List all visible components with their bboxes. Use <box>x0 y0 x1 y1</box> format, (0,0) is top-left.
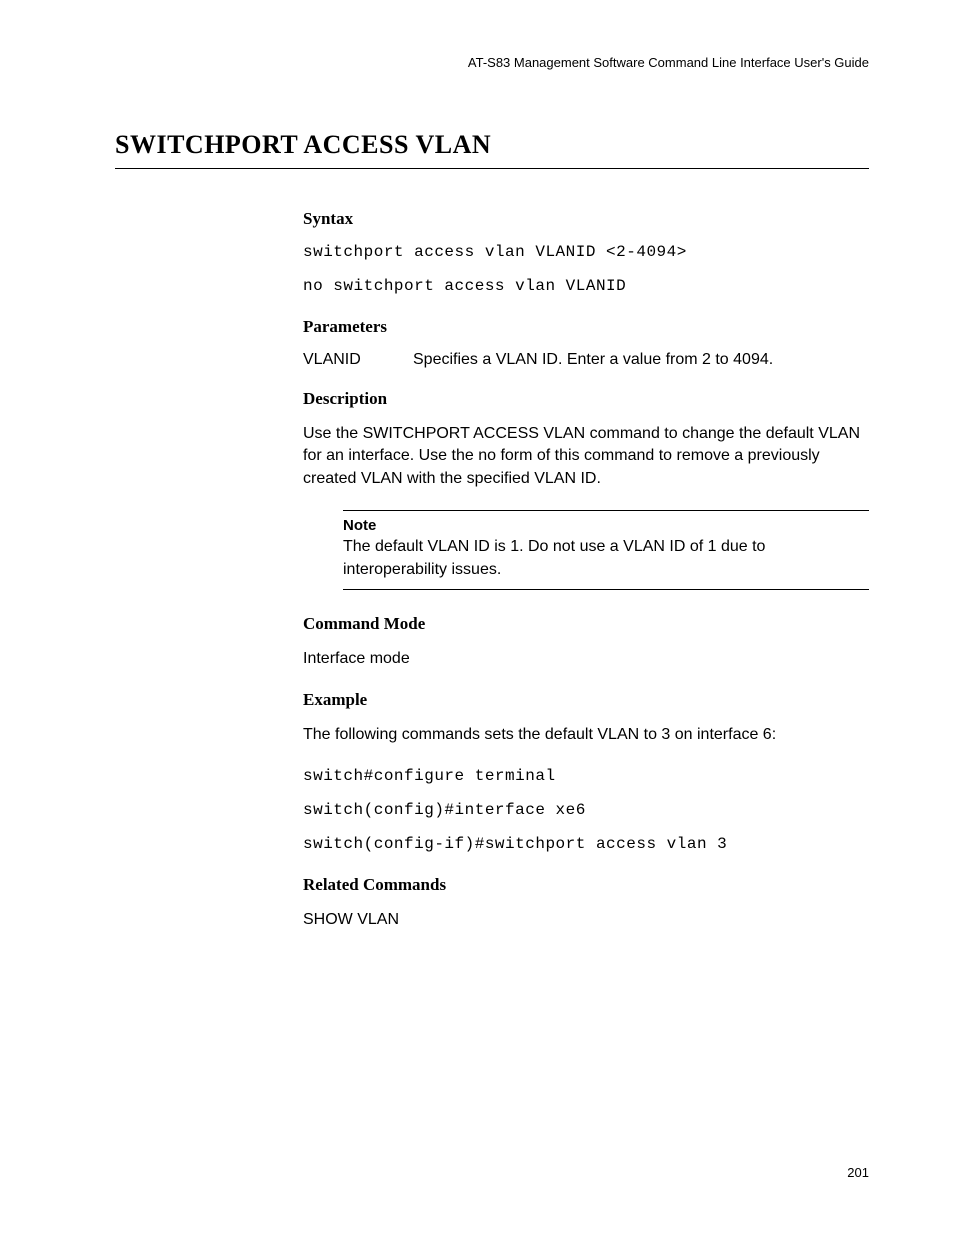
page-header: AT-S83 Management Software Command Line … <box>115 55 869 70</box>
related-commands-text: SHOW VLAN <box>303 909 869 931</box>
parameter-description: Specifies a VLAN ID. Enter a value from … <box>413 351 773 369</box>
related-commands-heading: Related Commands <box>303 875 869 895</box>
syntax-heading: Syntax <box>303 209 869 229</box>
syntax-line: switchport access vlan VLANID <2-4094> <box>303 243 869 261</box>
example-line: switch#configure terminal <box>303 767 869 785</box>
syntax-line: no switchport access vlan VLANID <box>303 277 869 295</box>
document-page: AT-S83 Management Software Command Line … <box>0 0 954 1001</box>
description-text: Use the SWITCHPORT ACCESS VLAN command t… <box>303 423 869 490</box>
note-label: Note <box>343 517 869 534</box>
content-body: Syntax switchport access vlan VLANID <2-… <box>303 209 869 931</box>
parameter-name: VLANID <box>303 351 413 369</box>
description-heading: Description <box>303 389 869 409</box>
page-number: 201 <box>847 1165 869 1180</box>
note-box: Note The default VLAN ID is 1. Do not us… <box>343 510 869 590</box>
example-heading: Example <box>303 690 869 710</box>
example-intro: The following commands sets the default … <box>303 724 869 746</box>
example-line: switch(config)#interface xe6 <box>303 801 869 819</box>
parameters-heading: Parameters <box>303 317 869 337</box>
parameter-row: VLANID Specifies a VLAN ID. Enter a valu… <box>303 351 869 369</box>
command-mode-text: Interface mode <box>303 648 869 670</box>
example-line: switch(config-if)#switchport access vlan… <box>303 835 869 853</box>
command-title: SWITCHPORT ACCESS VLAN <box>115 130 869 169</box>
note-text: The default VLAN ID is 1. Do not use a V… <box>343 536 869 581</box>
command-mode-heading: Command Mode <box>303 614 869 634</box>
